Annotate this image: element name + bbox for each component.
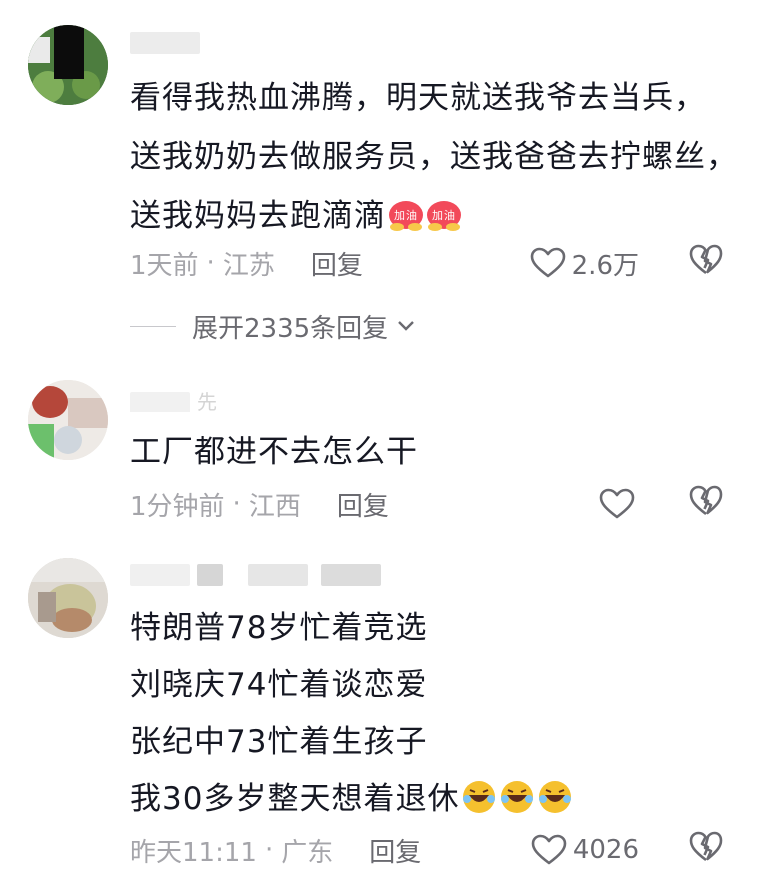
comment-meta: 1分钟前 · 江西 回复 [130,484,761,524]
reply-button[interactable]: 回复 [337,486,389,523]
meta-separator: · [264,835,274,865]
avatar[interactable] [28,558,108,638]
meta-separator: · [232,489,241,519]
location: 广东 [281,837,334,868]
timestamp: 昨天11:11 [130,837,257,868]
dislike-button[interactable] [689,831,723,870]
like-count: 2.6万 [571,250,639,281]
location: 江西 [248,491,301,522]
username-fragment: 先 [197,390,217,412]
laughing-emoji-icon [463,781,496,813]
heart-icon [531,834,567,865]
reply-button[interactable]: 回复 [369,832,421,869]
username[interactable] [130,30,200,56]
comment-meta: 昨天11:11 · 广东 回复 4026 [130,830,761,870]
avatar-image [28,558,108,638]
reply-button[interactable]: 回复 [311,245,363,282]
like-button[interactable] [599,488,635,520]
divider-line [130,325,176,327]
username[interactable] [130,562,381,588]
location: 江苏 [222,250,275,281]
timestamp: 1分钟前 [130,491,225,522]
broken-heart-icon [689,485,723,515]
broken-heart-icon [689,831,723,861]
broken-heart-icon [689,244,723,274]
heart-icon [599,488,635,519]
cheer-sticker-icon: 加油 [427,201,461,231]
svg-text:加油: 加油 [432,208,456,222]
meta-separator: · [206,248,215,278]
dislike-button[interactable] [689,485,723,524]
avatar-image [28,380,108,460]
laughing-emoji-icon [501,781,534,813]
dislike-button[interactable] [689,244,723,283]
comment-text: 特朗普78岁忙着竞选 刘晓庆74忙着谈恋爱 张纪中73忙着生孩子 我30多岁整天… [130,600,761,828]
comment-text: 看得我热血沸腾，明天就送我爷去当兵， 送我奶奶去做服务员，送我爸爸去拧螺丝， 送… [130,80,738,234]
like-count: 4026 [572,835,639,865]
comment-meta: 1天前 · 江苏 回复 2.6万 [130,243,761,283]
avatar-image [28,25,108,105]
username[interactable]: 先 [130,386,217,412]
expand-replies-button[interactable]: 展开2335条回复 [130,306,416,346]
heart-icon [530,247,565,278]
avatar[interactable] [28,380,108,460]
comment-text: 工厂都进不去怎么干 [130,434,418,470]
avatar[interactable] [28,25,108,105]
like-button[interactable]: 2.6万 [530,245,639,282]
like-button[interactable]: 4026 [531,834,639,866]
laughing-emoji-icon [539,781,572,813]
chevron-down-icon [398,321,415,331]
svg-text:加油: 加油 [394,208,418,222]
cheer-sticker-icon: 加油 [389,201,423,231]
timestamp: 1天前 [130,250,199,281]
expand-label: 展开2335条回复 [192,313,389,344]
